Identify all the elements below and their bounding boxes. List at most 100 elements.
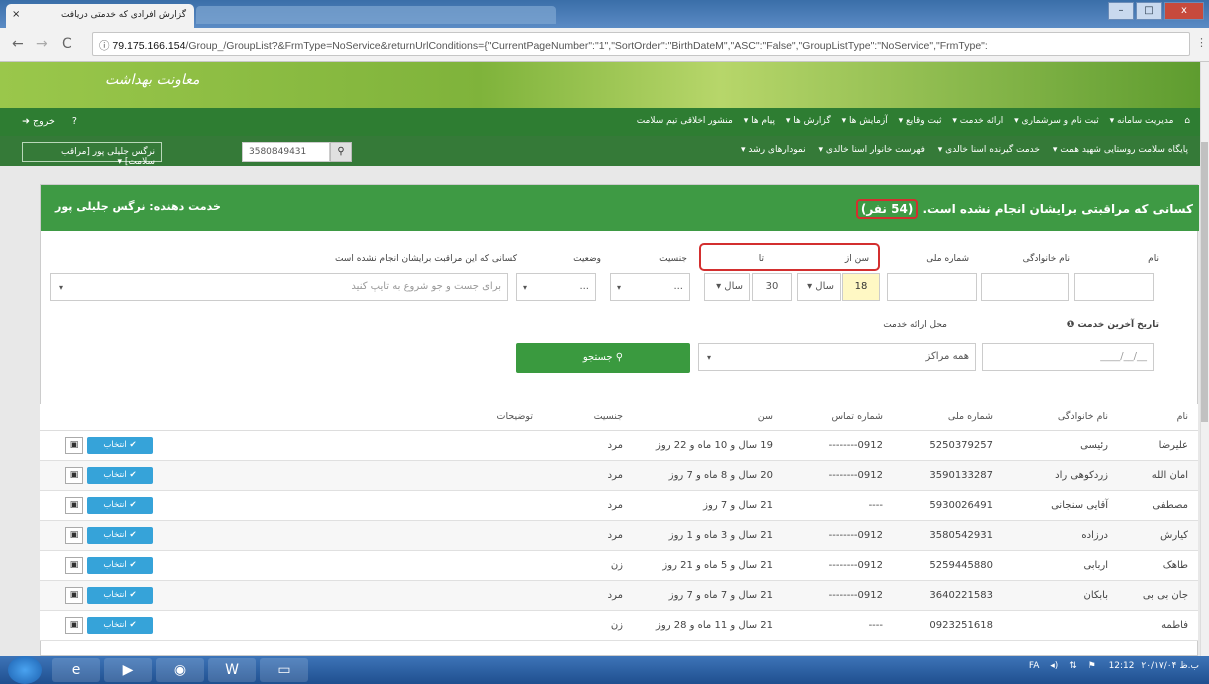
home-icon[interactable]: ⌂	[1184, 116, 1190, 126]
windows-taskbar: e ▶ ◉ W ▭ FA ◂) ⇅ ⚑ 12:12 ب.ظ ۲۰/۱۷/۰۴	[0, 656, 1209, 684]
col-gender[interactable]: جنسیت	[543, 404, 633, 431]
nid-input[interactable]	[887, 273, 977, 301]
cell-family: آقایی سنجانی	[1003, 490, 1118, 521]
select-button[interactable]: ✔ انتخاب	[87, 526, 153, 544]
cell-phone: 0912--------	[783, 580, 893, 611]
help-icon[interactable]: ?	[72, 116, 77, 127]
menu-item[interactable]: گزارش ها ▾	[786, 116, 831, 126]
col-notes[interactable]: توضیحات	[163, 404, 543, 431]
chevron-down-icon: ▾	[716, 281, 722, 292]
age-to-input[interactable]: 30	[752, 273, 792, 301]
location-select[interactable]: همه مراکز ▾	[698, 343, 976, 371]
start-button-icon[interactable]	[8, 656, 42, 684]
cell-nid: 3580542931	[893, 520, 1003, 551]
card-icon[interactable]: ▣	[65, 616, 83, 634]
age-from-unit-select[interactable]: سال ▾	[797, 273, 841, 301]
age-to-unit-select[interactable]: سال ▾	[704, 273, 750, 301]
panel-title: کسانی که مراقبتی برایشان انجام نشده است.…	[855, 199, 1193, 219]
flag-icon[interactable]: ⚑	[1088, 661, 1096, 671]
clock-time[interactable]: 12:12	[1109, 661, 1135, 671]
network-icon[interactable]: ⇅	[1069, 661, 1077, 671]
card-icon[interactable]: ▣	[65, 556, 83, 574]
tab-title: گزارش افرادی که خدمتی دریافت	[60, 10, 186, 20]
family-input[interactable]	[981, 273, 1069, 301]
family-label: نام خانوادگی	[1022, 254, 1070, 264]
col-nid[interactable]: شماره ملی	[893, 404, 1003, 431]
minimize-icon[interactable]: –	[1108, 2, 1134, 20]
search-icon[interactable]: ⚲	[330, 142, 352, 162]
scroll-thumb[interactable]	[1201, 142, 1208, 422]
menu-dots-icon[interactable]: ⋮	[1196, 36, 1207, 49]
select-button[interactable]: ✔ انتخاب	[87, 556, 153, 574]
not-done-search-input[interactable]: برای جست و جو شروع به تایپ کنید ▾	[50, 273, 508, 301]
context-item[interactable]: پایگاه سلامت روستایی شهید همت ▾	[1053, 145, 1188, 155]
browser-tab[interactable]: گزارش افرادی که خدمتی دریافت ×	[6, 4, 194, 28]
select-button-label: انتخاب	[103, 559, 127, 570]
menu-item[interactable]: پیام ها ▾	[744, 116, 775, 126]
national-id-search-input[interactable]: 3580849431	[242, 142, 330, 162]
reload-icon[interactable]: C	[62, 36, 72, 52]
col-family[interactable]: نام خانوادگی	[1003, 404, 1118, 431]
url-field[interactable]: ⓘ 79.175.166.154/Group_/GroupList?&FrmTy…	[92, 32, 1190, 56]
gender-select[interactable]: ... ▾	[610, 273, 690, 301]
select-button[interactable]: ✔ انتخاب	[87, 616, 153, 634]
context-item[interactable]: نمودارهای رشد ▾	[741, 145, 806, 155]
system-tray: FA ◂) ⇅ ⚑ 12:12 ب.ظ ۲۰/۱۷/۰۴	[1029, 661, 1199, 671]
menu-item[interactable]: ثبت نام و سرشماری ▾	[1014, 116, 1099, 126]
menu-item[interactable]: مدیریت سامانه ▾	[1110, 116, 1174, 126]
menu-item[interactable]: ثبت وقایع ▾	[899, 116, 942, 126]
select-button[interactable]: ✔ انتخاب	[87, 496, 153, 514]
exit-link[interactable]: ➜ خروج	[22, 116, 55, 127]
back-icon[interactable]: ←	[12, 36, 24, 52]
card-icon[interactable]: ▣	[65, 466, 83, 484]
chevron-down-icon: ▾	[59, 283, 64, 292]
word-icon[interactable]: W	[208, 658, 256, 682]
search-button[interactable]: ⚲ جستجو	[516, 343, 690, 373]
context-item[interactable]: خدمت گیرنده اسنا خالدی ▾	[938, 145, 1040, 155]
forward-icon[interactable]: →	[36, 36, 48, 52]
maximize-icon[interactable]: □	[1136, 2, 1162, 20]
cell-nid: 3590133287	[893, 460, 1003, 491]
age-from-input[interactable]: 18	[842, 273, 880, 301]
cell-family	[1003, 610, 1118, 641]
age-from-unit: سال	[815, 281, 834, 292]
close-window-icon[interactable]: x	[1164, 2, 1204, 20]
status-select[interactable]: ... ▾	[516, 273, 596, 301]
folder-icon[interactable]: ▭	[260, 658, 308, 682]
card-icon[interactable]: ▣	[65, 496, 83, 514]
card-icon[interactable]: ▣	[65, 586, 83, 604]
card-icon[interactable]: ▣	[65, 436, 83, 454]
menu-item[interactable]: آزمایش ها ▾	[842, 116, 888, 126]
main-menu: ⌂ مدیریت سامانه ▾ ثبت نام و سرشماری ▾ ار…	[0, 108, 1200, 136]
col-name[interactable]: نام	[1118, 404, 1198, 431]
cell-name: کیارش	[1118, 520, 1198, 551]
age-to-unit: سال	[724, 281, 743, 292]
cell-gender: مرد	[543, 430, 633, 461]
address-bar-row: ← → C ⓘ 79.175.166.154/Group_/GroupList?…	[0, 28, 1209, 62]
speaker-icon[interactable]: ◂)	[1050, 661, 1058, 671]
menu-item[interactable]: منشور اخلاقی تیم سلامت	[637, 116, 733, 126]
context-item[interactable]: فهرست خانوار اسنا خالدی ▾	[819, 145, 925, 155]
page-scrollbar[interactable]	[1200, 62, 1209, 656]
chevron-down-icon: ▾	[523, 283, 528, 292]
search-button-label: جستجو	[582, 352, 613, 363]
select-button[interactable]: ✔ انتخاب	[87, 436, 153, 454]
last-service-date-input[interactable]: __/__/____	[982, 343, 1154, 371]
ie-icon[interactable]: e	[52, 658, 100, 682]
col-phone[interactable]: شماره تماس	[783, 404, 893, 431]
select-button[interactable]: ✔ انتخاب	[87, 466, 153, 484]
table-row: امان الله زردکوهی راد 3590133287 0912---…	[40, 460, 1198, 491]
col-age[interactable]: سن	[633, 404, 783, 431]
info-icon[interactable]: ❶	[1067, 320, 1075, 330]
language-indicator[interactable]: FA	[1029, 661, 1040, 671]
select-button[interactable]: ✔ انتخاب	[87, 586, 153, 604]
location-label: محل ارائه خدمت	[883, 320, 947, 330]
media-player-icon[interactable]: ▶	[104, 658, 152, 682]
url-path: /Group_/GroupList?&FrmType=NoService&ret…	[185, 40, 988, 52]
user-role-dropdown[interactable]: نرگس جلیلی پور [مراقب سلامت] ▾	[22, 142, 162, 167]
card-icon[interactable]: ▣	[65, 526, 83, 544]
chrome-icon[interactable]: ◉	[156, 658, 204, 682]
menu-item[interactable]: ارائه خدمت ▾	[952, 116, 1003, 126]
name-input[interactable]	[1074, 273, 1154, 301]
tab-close-icon[interactable]: ×	[12, 9, 20, 20]
